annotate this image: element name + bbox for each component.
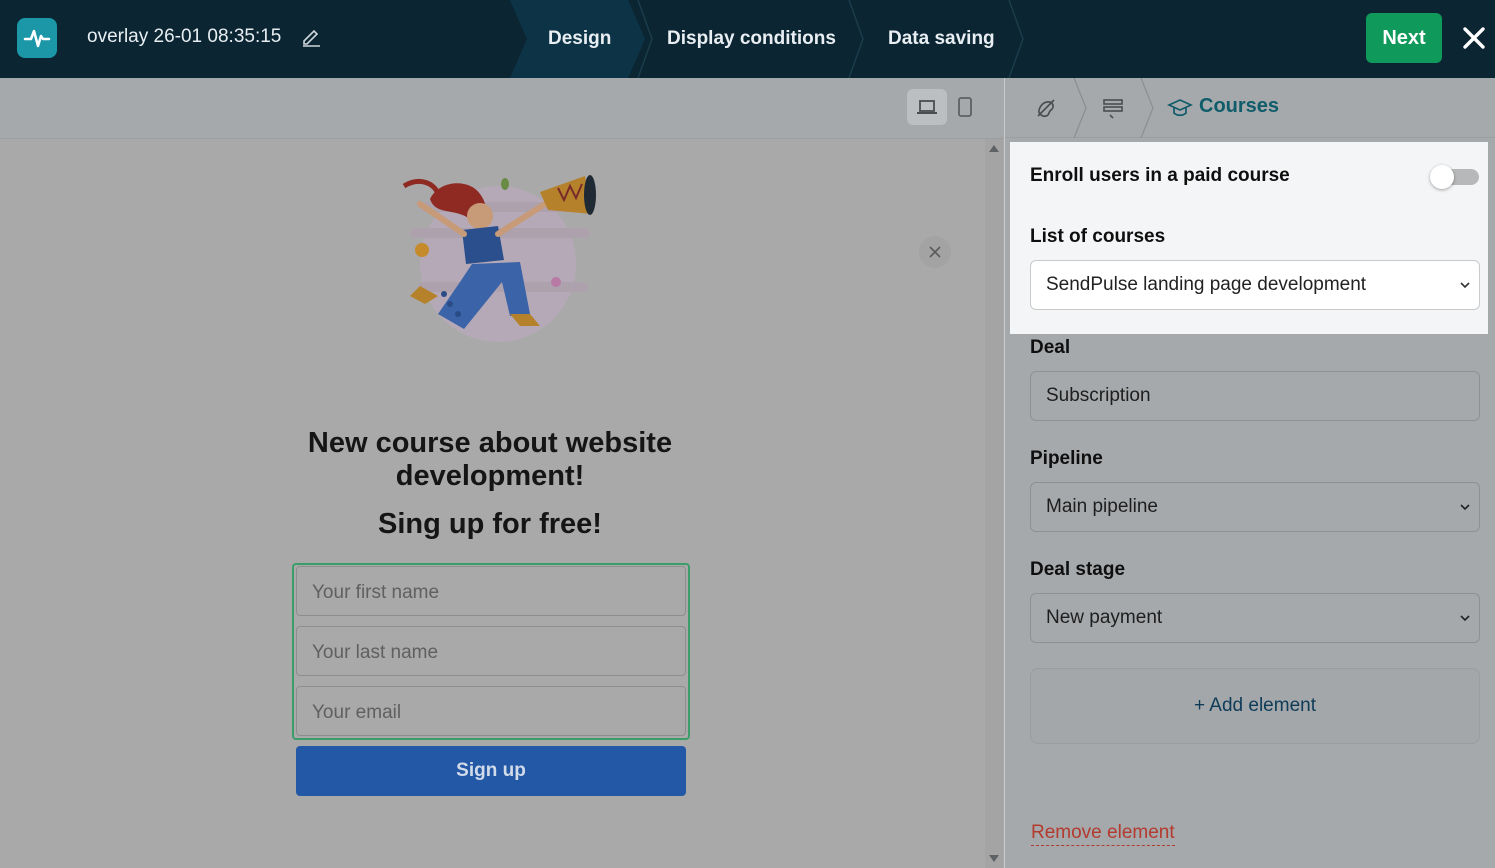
graduation-cap-icon (1167, 99, 1193, 117)
popup-subheading: Sing up for free! (378, 508, 602, 540)
scroll-down-icon[interactable] (989, 855, 999, 862)
breadcrumb-separator (1140, 78, 1154, 138)
step-design[interactable]: Design (548, 0, 611, 78)
toggle-knob (1430, 165, 1454, 189)
deal-field[interactable]: Subscription (1030, 371, 1480, 421)
deal-stage-select[interactable]: New payment (1030, 593, 1480, 643)
step-separator (848, 0, 864, 78)
step-navigation: Design Display conditions Data saving (510, 0, 1030, 78)
deal-stage-label: Deal stage (1030, 559, 1126, 580)
popup-preview: New course about website development! Si… (0, 139, 985, 868)
close-icon[interactable] (1459, 23, 1489, 53)
document-title: overlay 26-01 08:35:15 (87, 26, 282, 47)
breadcrumb: Courses (1005, 78, 1495, 138)
sign-up-button[interactable]: Sign up (296, 746, 686, 796)
courses-select[interactable]: SendPulse landing page development (1030, 260, 1480, 310)
step-separator (1008, 0, 1024, 78)
form-fields-icon[interactable] (1100, 95, 1126, 121)
scroll-up-icon[interactable] (989, 145, 999, 152)
canvas-toolbar (0, 78, 1005, 139)
step-display-conditions[interactable]: Display conditions (667, 0, 836, 78)
mobile-icon[interactable] (950, 89, 980, 125)
deal-field-value: Subscription (1046, 385, 1151, 406)
breadcrumb-separator (1073, 78, 1087, 138)
pulse-logo-icon[interactable] (17, 18, 57, 58)
close-icon[interactable] (919, 236, 951, 268)
step-data-saving[interactable]: Data saving (888, 0, 995, 78)
enroll-toggle[interactable] (1430, 165, 1479, 189)
list-of-courses-label: List of courses (1030, 226, 1166, 247)
pipeline-select-value: Main pipeline (1046, 496, 1158, 517)
breadcrumb-courses: Courses (1199, 95, 1280, 117)
add-element-button[interactable]: + Add element (1030, 668, 1480, 744)
courses-select-value: SendPulse landing page development (1046, 274, 1367, 295)
chevron-down-icon (1460, 282, 1470, 289)
remove-element-link[interactable]: Remove element (1031, 822, 1175, 846)
desktop-icon[interactable] (907, 89, 947, 125)
top-bar: overlay 26-01 08:35:15 Design Display co… (0, 0, 1495, 78)
pipeline-label: Pipeline (1030, 448, 1103, 469)
step-separator (637, 0, 653, 78)
canvas-scrollbar[interactable] (985, 139, 1003, 868)
chevron-down-icon (1460, 615, 1470, 622)
enroll-label: Enroll users in a paid course (1030, 165, 1290, 186)
popup-heading: New course about website development! (307, 427, 673, 492)
deal-stage-select-value: New payment (1046, 607, 1163, 628)
pencil-icon[interactable] (300, 25, 322, 47)
settings-panel: Courses Enroll users in a paid course Li… (1005, 78, 1495, 868)
canvas-area: New course about website development! Si… (0, 78, 1005, 868)
design-style-icon[interactable] (1033, 95, 1059, 121)
megaphone-girl-illustration (402, 175, 596, 342)
first-name-field[interactable]: Your first name (296, 566, 686, 616)
chevron-down-icon (1460, 504, 1470, 511)
deal-label: Deal (1030, 337, 1071, 358)
next-button[interactable]: Next (1366, 13, 1442, 63)
last-name-field[interactable]: Your last name (296, 626, 686, 676)
email-field[interactable]: Your email (296, 686, 686, 736)
pipeline-select[interactable]: Main pipeline (1030, 482, 1480, 532)
